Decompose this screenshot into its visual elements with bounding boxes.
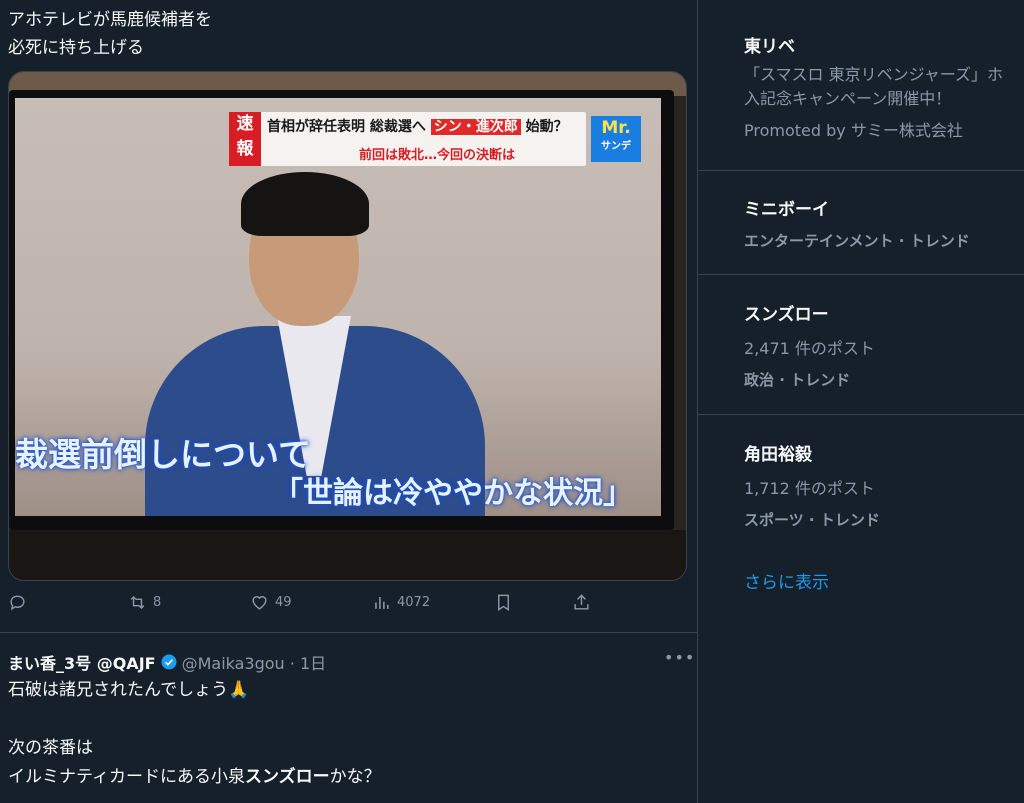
verified-badge-icon [161,654,177,670]
trend-item[interactable]: 角田裕毅 1,712 件のポスト スポーツ · トレンド [744,440,1024,530]
post-actions: 8 49 4072 [8,593,668,615]
caption-line1: 裁選前倒しについて [15,435,312,474]
trend-item[interactable]: ミニボーイ エンターテインメント · トレンド [744,195,1024,251]
share-button[interactable] [572,593,591,612]
timeline-column: アホテレビが馬鹿候補者を 必死に持ち上げる 速報 首相が辞任表明 総裁選へ シン… [0,0,698,803]
trend-item-promoted[interactable]: 東リベ 「スマスロ 東京リベンジャーズ」ホ 入記念キャンペーン開催中！ Prom… [744,32,1024,141]
news-headline: 首相が辞任表明 総裁選へ シン・進次郎 始動？ [267,119,568,135]
post-text: アホテレビが馬鹿候補者を 必死に持ち上げる [8,10,212,58]
trend-item[interactable]: スンズロー 2,471 件のポスト 政治 · トレンド [744,300,1024,390]
retweet-button[interactable]: 8 [128,593,161,612]
promoted-label: Promoted by サミー株式会社 [744,121,963,140]
reply-button[interactable] [8,593,27,612]
reply-display-name[interactable]: まい香_3号 @QAJF [8,650,156,674]
tv-screen: 速報 首相が辞任表明 総裁選へ シン・進次郎 始動？ 前回は敗北…今回の決断は … [15,98,661,516]
reply-text: 石破は諸兄されたんでしょう🙏 次の茶番は イルミナティカードにある小泉スンズロー… [8,680,381,787]
heart-icon [252,596,267,610]
post-image[interactable]: 速報 首相が辞任表明 総裁選へ シン・進次郎 始動？ 前回は敗北…今回の決断は … [8,71,687,581]
news-subline: 前回は敗北…今回の決断は [359,148,516,163]
views-button[interactable]: 4072 [372,593,430,612]
bookmark-button[interactable] [494,593,513,612]
caption-line2: 「世論は冷ややかな状況」 [273,476,633,511]
trends-sidebar: 東リベ 「スマスロ 東京リベンジャーズ」ホ 入記念キャンペーン開催中！ Prom… [698,0,1024,803]
reply-icon [10,595,25,611]
views-count: 4072 [397,595,431,610]
bookmark-icon [498,594,509,611]
analytics-icon [375,596,389,609]
reply-handle-time[interactable]: @Maika3gou · 1日 [182,650,327,674]
news-headline-box: 速報 首相が辞任表明 総裁選へ シン・進次郎 始動？ 前回は敗北…今回の決断は [229,112,586,166]
share-icon [574,594,589,610]
retweet-count: 8 [153,595,162,610]
reply-header: まい香_3号 @QAJF @Maika3gou · 1日 [8,650,326,674]
like-count: 49 [275,595,292,610]
headline-highlight: シン・進次郎 [430,119,521,135]
more-icon[interactable]: ••• [664,648,695,667]
breaking-label: 速報 [229,112,261,166]
retweet-icon [130,595,145,610]
show-more-link[interactable]: さらに表示 [744,568,829,593]
like-button[interactable]: 49 [250,593,292,612]
show-logo: Mr. サンデ [591,116,641,162]
post-divider [0,632,697,633]
